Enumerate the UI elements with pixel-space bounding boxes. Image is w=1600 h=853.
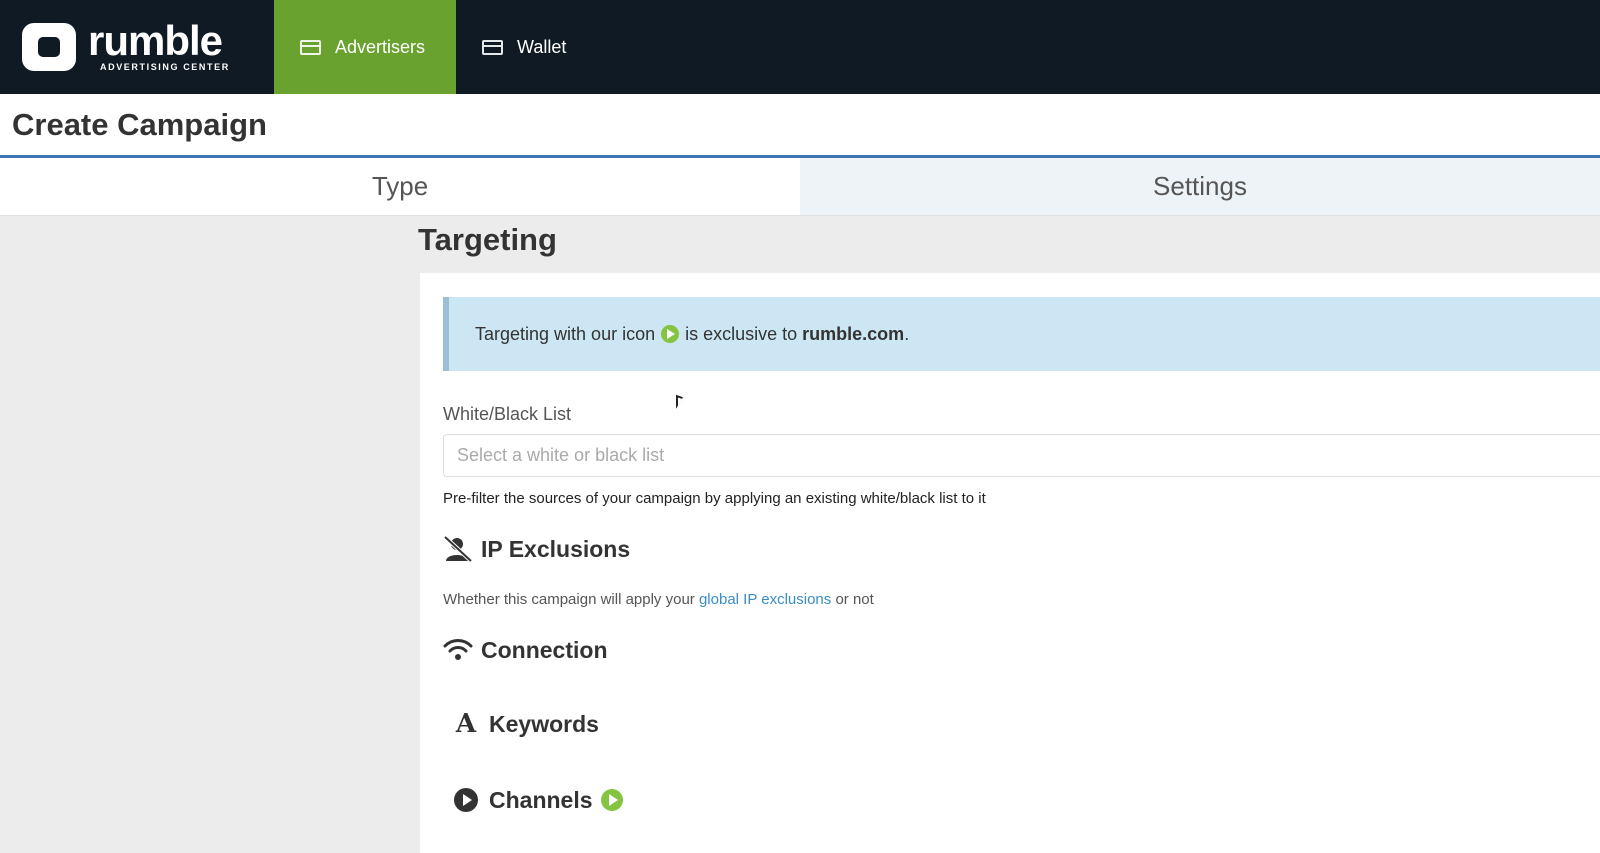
channels-header[interactable]: Channels — [451, 785, 629, 815]
whitelist-select[interactable]: Select a white or black list — [443, 434, 1600, 477]
keywords-title: Keywords — [489, 710, 599, 737]
nav-advertisers[interactable]: Advertisers — [274, 0, 456, 94]
connection-title: Connection — [481, 636, 608, 663]
channels-title: Channels — [489, 786, 593, 813]
whitelist-label: White/Black List — [443, 404, 572, 424]
rumble-logo-icon — [22, 23, 76, 71]
info-brand: rumble.com — [802, 323, 905, 344]
page-header: Create Campaign — [0, 94, 1600, 158]
font-icon: A — [455, 709, 477, 739]
keywords-header[interactable]: A Keywords — [451, 709, 599, 739]
nav-wallet-label: Wallet — [517, 36, 567, 57]
info-text-middle: is exclusive to — [685, 323, 798, 344]
nav-advertisers-label: Advertisers — [335, 36, 426, 57]
ip-desc-after: or not — [835, 591, 874, 608]
info-alert: Targeting with our icon is exclusive to … — [443, 297, 1600, 371]
connection-header[interactable]: Connection — [443, 635, 608, 665]
whitelist-help: Pre-filter the sources of your campaign … — [443, 490, 986, 507]
top-nav: rumble ADVERTISING CENTER Advertisers Wa… — [0, 0, 1600, 94]
wifi-icon — [443, 635, 473, 665]
page-title: Create Campaign — [12, 106, 267, 142]
ip-exclusions-header[interactable]: IP Exclusions — [443, 534, 630, 564]
nav-wallet[interactable]: Wallet — [456, 0, 592, 94]
info-text-before: Targeting with our icon — [475, 323, 656, 344]
targeting-title: Targeting — [418, 222, 557, 257]
logo-wordmark: rumble — [88, 17, 223, 64]
rumble-play-icon — [600, 789, 623, 811]
mouse-cursor-icon — [676, 394, 683, 412]
info-text-end: . — [904, 323, 910, 344]
rumble-play-icon — [661, 325, 680, 343]
ip-desc-before: Whether this campaign will apply your — [443, 591, 695, 608]
user-slash-icon — [443, 534, 473, 564]
global-ip-exclusions-link[interactable]: global IP exclusions — [699, 591, 831, 608]
ip-exclusions-desc: Whether this campaign will apply your gl… — [443, 591, 874, 608]
step-settings[interactable]: Settings — [800, 158, 1600, 215]
logo-subtitle: ADVERTISING CENTER — [100, 62, 230, 72]
card-icon — [300, 39, 321, 55]
rumble-logo[interactable]: rumble ADVERTISING CENTER — [0, 0, 274, 94]
play-circle-icon — [454, 788, 478, 812]
wallet-icon — [482, 39, 503, 55]
targeting-panel: Targeting with our icon is exclusive to … — [420, 273, 1600, 853]
ip-exclusions-title: IP Exclusions — [481, 535, 631, 562]
campaign-steps: Type Settings — [0, 158, 1600, 216]
step-type[interactable]: Type — [0, 158, 800, 215]
